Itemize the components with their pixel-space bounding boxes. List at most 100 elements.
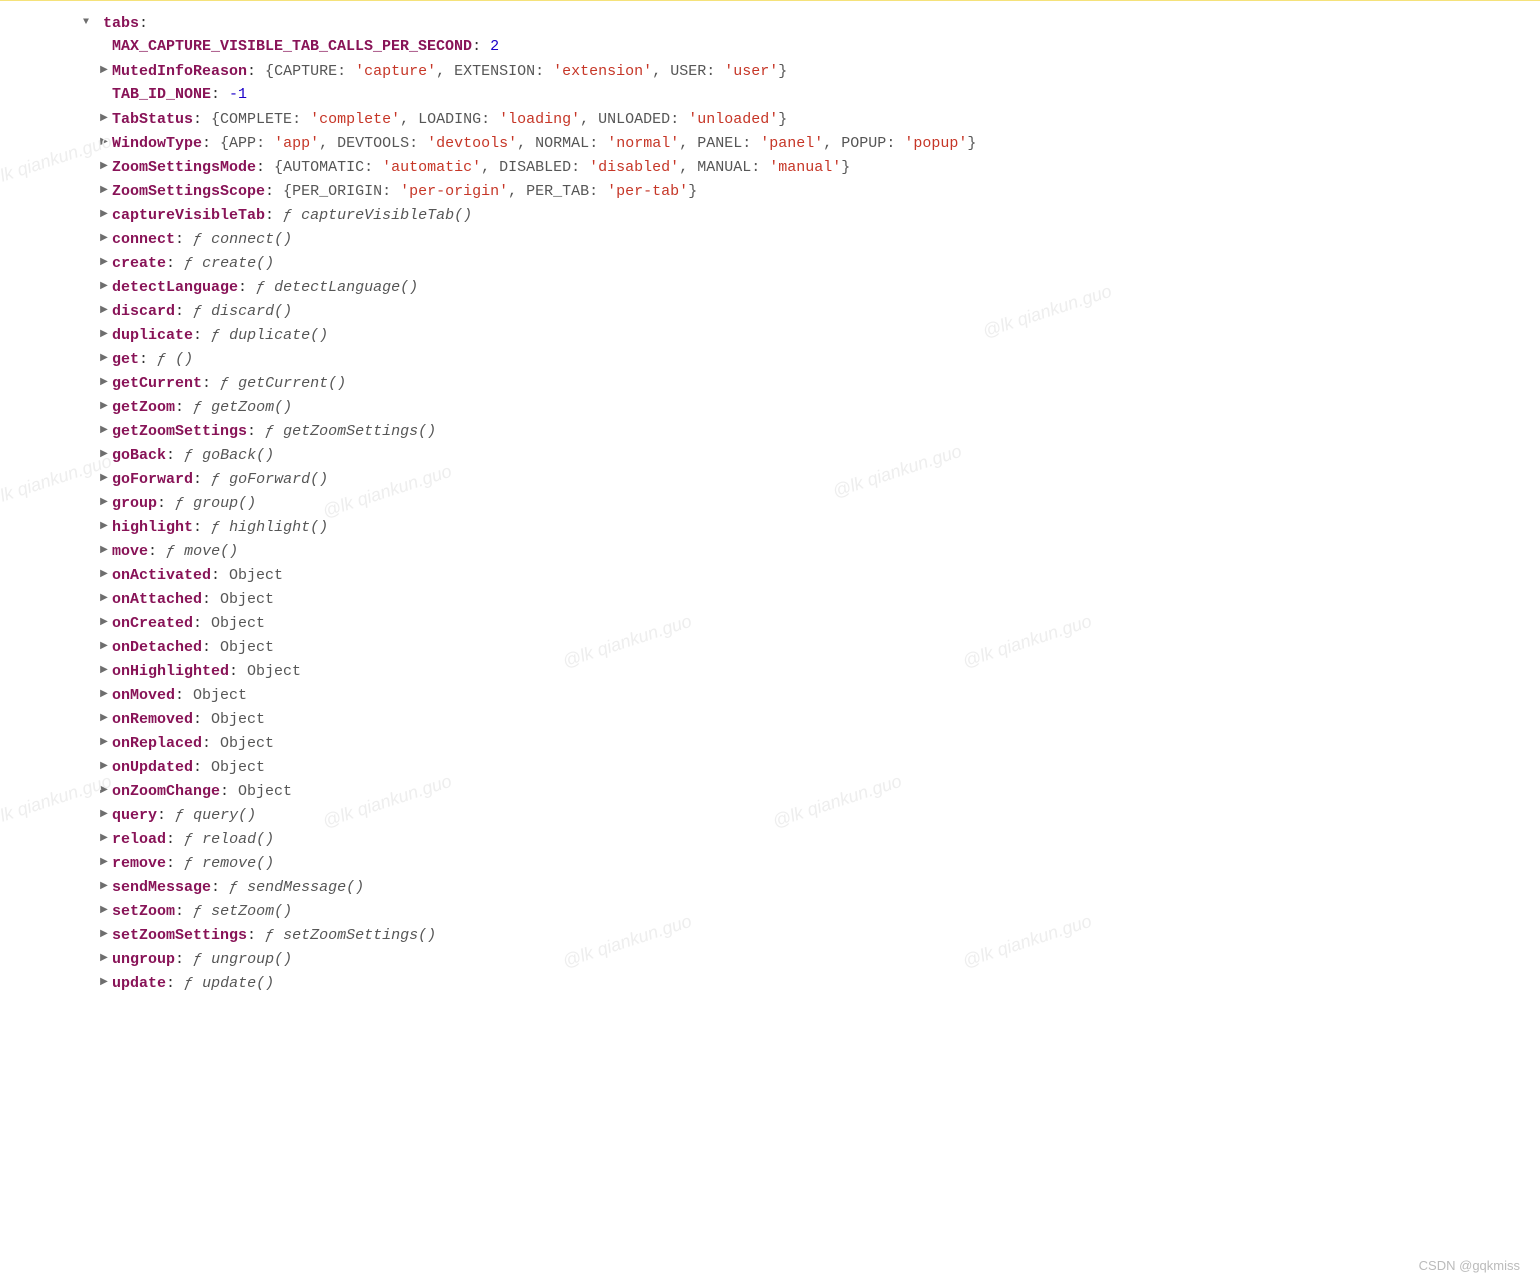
chevron-down-icon[interactable] — [80, 11, 92, 35]
chevron-right-icon[interactable] — [98, 155, 110, 179]
tree-row[interactable]: move: ƒ move() — [60, 539, 1480, 563]
tree-row[interactable]: duplicate: ƒ duplicate() — [60, 323, 1480, 347]
tree-row[interactable]: onCreated: Object — [60, 611, 1480, 635]
property-key: onAttached — [112, 591, 202, 608]
chevron-right-icon[interactable] — [98, 683, 110, 707]
tree-row[interactable]: create: ƒ create() — [60, 251, 1480, 275]
chevron-right-icon[interactable] — [98, 731, 110, 755]
tree-row[interactable]: ZoomSettingsScope: {PER_ORIGIN: 'per-ori… — [60, 179, 1480, 203]
brace-open: { — [274, 159, 283, 176]
chevron-right-icon[interactable] — [98, 779, 110, 803]
colon: : — [166, 855, 184, 872]
chevron-right-icon[interactable] — [98, 539, 110, 563]
chevron-right-icon[interactable] — [98, 827, 110, 851]
tree-row[interactable]: MAX_CAPTURE_VISIBLE_TAB_CALLS_PER_SECOND… — [60, 35, 1480, 59]
chevron-right-icon[interactable] — [98, 659, 110, 683]
chevron-right-icon[interactable] — [98, 443, 110, 467]
enum-value-string: 'manual' — [769, 159, 841, 176]
property-value-object: Object — [211, 615, 265, 632]
tree-row[interactable]: highlight: ƒ highlight() — [60, 515, 1480, 539]
colon: : — [265, 207, 283, 224]
tree-root-row[interactable]: tabs: — [60, 11, 1480, 35]
enum-value-string: 'per-origin' — [400, 183, 508, 200]
chevron-right-icon[interactable] — [98, 803, 110, 827]
enum-key: UNLOADED — [598, 111, 670, 128]
chevron-right-icon[interactable] — [98, 563, 110, 587]
chevron-right-icon[interactable] — [98, 275, 110, 299]
brace-close: } — [967, 135, 976, 152]
tree-row[interactable]: onRemoved: Object — [60, 707, 1480, 731]
chevron-right-icon[interactable] — [98, 851, 110, 875]
tree-row[interactable]: onAttached: Object — [60, 587, 1480, 611]
tree-row[interactable]: setZoomSettings: ƒ setZoomSettings() — [60, 923, 1480, 947]
tree-row[interactable]: WindowType: {APP: 'app', DEVTOOLS: 'devt… — [60, 131, 1480, 155]
chevron-right-icon[interactable] — [98, 467, 110, 491]
tree-row[interactable]: getZoomSettings: ƒ getZoomSettings() — [60, 419, 1480, 443]
colon: : — [202, 639, 220, 656]
chevron-right-icon[interactable] — [98, 347, 110, 371]
chevron-right-icon[interactable] — [98, 299, 110, 323]
tree-row[interactable]: connect: ƒ connect() — [60, 227, 1480, 251]
tree-row[interactable]: remove: ƒ remove() — [60, 851, 1480, 875]
tree-row[interactable]: ungroup: ƒ ungroup() — [60, 947, 1480, 971]
chevron-right-icon[interactable] — [98, 971, 110, 995]
chevron-right-icon[interactable] — [98, 395, 110, 419]
tree-row[interactable]: sendMessage: ƒ sendMessage() — [60, 875, 1480, 899]
function-keyword: ƒ — [193, 951, 202, 968]
property-key: captureVisibleTab — [112, 207, 265, 224]
chevron-right-icon[interactable] — [98, 923, 110, 947]
tree-row[interactable]: discard: ƒ discard() — [60, 299, 1480, 323]
chevron-right-icon[interactable] — [98, 227, 110, 251]
chevron-right-icon[interactable] — [98, 875, 110, 899]
tree-row[interactable]: onDetached: Object — [60, 635, 1480, 659]
chevron-right-icon[interactable] — [98, 251, 110, 275]
function-keyword: ƒ — [211, 519, 220, 536]
tree-row[interactable]: get: ƒ () — [60, 347, 1480, 371]
chevron-right-icon[interactable] — [98, 323, 110, 347]
property-key: ZoomSettingsScope — [112, 183, 265, 200]
tree-row[interactable]: group: ƒ group() — [60, 491, 1480, 515]
tree-row[interactable]: captureVisibleTab: ƒ captureVisibleTab() — [60, 203, 1480, 227]
tree-row[interactable]: getCurrent: ƒ getCurrent() — [60, 371, 1480, 395]
chevron-right-icon[interactable] — [98, 635, 110, 659]
chevron-right-icon[interactable] — [98, 899, 110, 923]
chevron-right-icon[interactable] — [98, 203, 110, 227]
colon: : — [148, 543, 166, 560]
enum-value-string: 'per-tab' — [607, 183, 688, 200]
chevron-right-icon[interactable] — [98, 515, 110, 539]
tree-row[interactable]: TAB_ID_NONE: -1 — [60, 83, 1480, 107]
chevron-right-icon[interactable] — [98, 707, 110, 731]
tree-row[interactable]: reload: ƒ reload() — [60, 827, 1480, 851]
chevron-right-icon[interactable] — [98, 179, 110, 203]
tree-row[interactable]: onHighlighted: Object — [60, 659, 1480, 683]
chevron-right-icon[interactable] — [98, 419, 110, 443]
tree-row[interactable]: onMoved: Object — [60, 683, 1480, 707]
chevron-right-icon[interactable] — [98, 491, 110, 515]
tree-row[interactable]: getZoom: ƒ getZoom() — [60, 395, 1480, 419]
tree-row[interactable]: goForward: ƒ goForward() — [60, 467, 1480, 491]
chevron-right-icon[interactable] — [98, 371, 110, 395]
tree-row[interactable]: update: ƒ update() — [60, 971, 1480, 995]
tree-row[interactable]: ZoomSettingsMode: {AUTOMATIC: 'automatic… — [60, 155, 1480, 179]
chevron-right-icon[interactable] — [98, 611, 110, 635]
tree-row[interactable]: query: ƒ query() — [60, 803, 1480, 827]
property-key: goBack — [112, 447, 166, 464]
tree-row[interactable]: onActivated: Object — [60, 563, 1480, 587]
tree-row[interactable]: detectLanguage: ƒ detectLanguage() — [60, 275, 1480, 299]
tree-row[interactable]: goBack: ƒ goBack() — [60, 443, 1480, 467]
chevron-right-icon[interactable] — [98, 107, 110, 131]
chevron-right-icon[interactable] — [98, 131, 110, 155]
colon: : — [193, 327, 211, 344]
tree-row[interactable]: MutedInfoReason: {CAPTURE: 'capture', EX… — [60, 59, 1480, 83]
tree-row[interactable]: onUpdated: Object — [60, 755, 1480, 779]
tree-row[interactable]: setZoom: ƒ setZoom() — [60, 899, 1480, 923]
property-key: WindowType — [112, 135, 202, 152]
tree-row[interactable]: TabStatus: {COMPLETE: 'complete', LOADIN… — [60, 107, 1480, 131]
chevron-right-icon[interactable] — [98, 947, 110, 971]
tree-row[interactable]: onReplaced: Object — [60, 731, 1480, 755]
property-value-object: Object — [229, 567, 283, 584]
chevron-right-icon[interactable] — [98, 587, 110, 611]
chevron-right-icon[interactable] — [98, 755, 110, 779]
tree-row[interactable]: onZoomChange: Object — [60, 779, 1480, 803]
chevron-right-icon[interactable] — [98, 59, 110, 83]
